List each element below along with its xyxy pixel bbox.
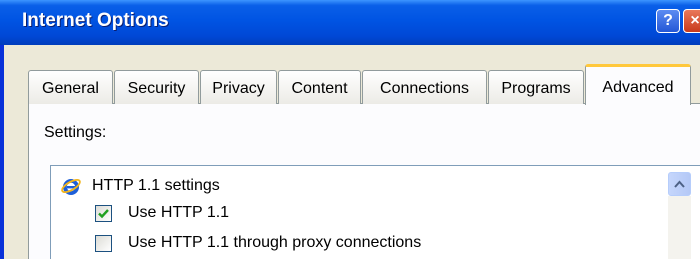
list-item-use-http11-proxy[interactable]: Use HTTP 1.1 through proxy connections [95,230,421,256]
checkbox-use-http11-proxy[interactable] [95,234,112,252]
tab-label: General [42,80,99,97]
chevron-up-icon [674,180,685,188]
checkmark-icon [98,208,109,218]
tab-label: Connections [380,80,469,97]
tab-security[interactable]: Security [114,70,199,104]
scrollbar-track[interactable] [668,196,691,259]
help-icon: ? [663,12,673,29]
tab-label: Content [291,80,348,97]
title-bar[interactable]: Internet Options ? × [0,0,700,45]
scroll-up-button[interactable] [668,172,691,196]
tab-programs[interactable]: Programs [488,70,584,104]
close-button[interactable]: × [683,9,700,33]
ie-icon [61,179,81,195]
close-icon: × [690,12,700,29]
checkbox-use-http11[interactable] [95,204,112,222]
tab-label: Privacy [212,80,265,97]
list-item-label: Use HTTP 1.1 [128,204,230,221]
tab-strip: General Security Privacy Content Connect… [28,64,700,105]
list-group-label: HTTP 1.1 settings [92,177,220,194]
tab-label: Security [127,80,186,97]
tab-label: Programs [501,80,571,97]
help-button[interactable]: ? [656,9,680,33]
list-item-use-http11[interactable]: Use HTTP 1.1 [95,200,229,226]
tab-connections[interactable]: Connections [362,70,487,104]
list-item-label: Use HTTP 1.1 through proxy connections [128,234,422,251]
window-title: Internet Options [22,10,169,31]
tab-content[interactable]: Content [278,70,361,104]
list-group-http11: HTTP 1.1 settings [60,173,220,199]
window-border [0,45,4,259]
tab-general[interactable]: General [28,70,113,104]
tab-advanced[interactable]: Advanced [585,64,691,105]
tab-privacy[interactable]: Privacy [200,70,277,104]
tab-label: Advanced [602,78,674,96]
settings-label: Settings: [44,124,107,141]
